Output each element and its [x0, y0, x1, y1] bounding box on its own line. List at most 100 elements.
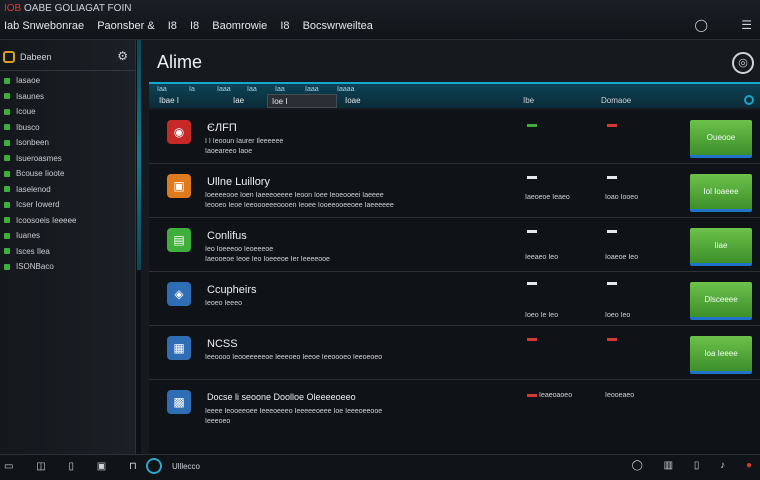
status-bar	[607, 124, 617, 127]
tool-icon[interactable]: ▯	[68, 461, 74, 472]
filter-label[interactable]: Ioae	[345, 96, 361, 105]
list-item[interactable]: ▩ Docse li seoone Doolloe Oleeeeoeeo Iee…	[149, 380, 760, 440]
sidebar-item[interactable]: ISONBaco	[4, 259, 77, 275]
refresh-icon[interactable]: ◎	[732, 52, 754, 74]
item-desc: Ieo Ioeeeoo Ieoeeeoe	[205, 246, 274, 253]
tab-item[interactable]: Ia	[189, 86, 195, 93]
tool-icon[interactable]: ▭	[4, 461, 13, 472]
item-name: Conlifus	[207, 230, 247, 242]
filter-field[interactable]: Ioe I	[267, 94, 337, 108]
tab-item[interactable]: Iaaa	[217, 86, 231, 93]
column-header[interactable]: Domaoe	[601, 96, 631, 105]
cell-value: Ieooeaeo	[605, 392, 635, 399]
list-item[interactable]: ◉ ЄЛFП I I Ieooun Iaurer Ileeeeee Iaoear…	[149, 110, 760, 164]
action-button[interactable]: Iol Ioaeee	[690, 174, 752, 212]
sidebar-item[interactable]: Iuanes	[4, 228, 77, 244]
item-desc: Iaeooeoe Ieoe Ieo Ioeeeoe Ier Ieeeeooe	[205, 256, 330, 263]
tool-icon[interactable]: ▣	[97, 461, 106, 472]
cell-value: Ioeo Ie Ieo	[525, 312, 559, 319]
sidebar: Dabeen ⚙ Iasaoe Isaunes Icoue Ibusco Iso…	[0, 40, 136, 454]
bullet-icon	[4, 93, 10, 100]
status-bar	[607, 338, 617, 341]
bullet-icon	[4, 170, 10, 177]
tab-item[interactable]: Iaa	[275, 86, 285, 93]
package-icon: ▩	[167, 390, 191, 414]
tool-icon[interactable]: ⊓	[129, 461, 137, 472]
status-orb-icon[interactable]	[146, 458, 162, 474]
record-icon[interactable]: ◯	[694, 18, 707, 32]
menu-icon[interactable]: ☰	[741, 18, 752, 32]
bullet-icon	[4, 263, 10, 270]
bullet-icon	[4, 124, 10, 131]
menu-bar: IOB OABE GOLIAGAT FOIN	[4, 3, 131, 14]
list-item[interactable]: ◈ Ccupheirs Ieoeo Ieeeo Ioeo Ie Ieo Ioeo…	[149, 272, 760, 326]
bullet-icon	[4, 139, 10, 146]
window-icon: ▦	[167, 336, 191, 360]
sidebar-item[interactable]: Isces Ilea	[4, 244, 77, 260]
action-button[interactable]: Dlsceeee	[690, 282, 752, 320]
action-button[interactable]: Ioa Ieeee	[690, 336, 752, 374]
sidebar-item-label: Isaunes	[16, 91, 45, 101]
list-item[interactable]: ▣ Ullne Luillory Ioeeeeooe Ioen Iaeeeoee…	[149, 164, 760, 218]
sidebar-item[interactable]: Isueroasmes	[4, 151, 77, 167]
main-panel: Alime ◎ Iaa Ia Iaaa Iaa Iaa Iaaa Iaaaa I…	[141, 40, 760, 454]
sidebar-item[interactable]: Isonbeen	[4, 135, 77, 151]
tab-6[interactable]: Bocswrweiltea	[303, 20, 373, 32]
item-desc: Ieoeo Ieeeo	[205, 300, 242, 307]
item-name: Ccupheirs	[207, 284, 257, 296]
music-icon[interactable]: ♪	[720, 460, 725, 471]
status-bar	[607, 176, 617, 179]
tab-item[interactable]: Iaaaa	[337, 86, 355, 93]
list-item[interactable]: ▤ Conlifus Ieo Ioeeeoo Ieoeeeoe Iaeooeoe…	[149, 218, 760, 272]
tab-4[interactable]: Baomrowie	[212, 20, 267, 32]
sidebar-item[interactable]: Icoosoeis Ieeeee	[4, 213, 77, 229]
filter-row: Ibae I Iae Ioe I Ioae Ibe Domaoe	[149, 94, 760, 110]
gear-icon[interactable]: ⚙	[117, 49, 128, 63]
bottom-right-tools: ◯ ▥ ▯ ♪ ●	[614, 460, 752, 471]
bullet-icon	[4, 232, 10, 239]
cell-value: Ioao Iooeo	[605, 194, 639, 201]
sidebar-item-label: ISONBaco	[16, 262, 54, 272]
bullet-icon	[4, 217, 10, 224]
action-button[interactable]: Oueooe	[690, 120, 752, 158]
action-button[interactable]: Iiae	[690, 228, 752, 266]
tab-item[interactable]: Iaa	[247, 86, 257, 93]
status-bar	[527, 338, 537, 341]
sidebar-item[interactable]: Iaselenod	[4, 182, 77, 198]
record-icon[interactable]: ●	[746, 460, 752, 471]
tab-2[interactable]: I8	[168, 20, 177, 32]
page-icon[interactable]: ▯	[694, 460, 700, 471]
column-header[interactable]: Ibe	[523, 96, 534, 105]
cell-value: Ioaeoe Ieo	[605, 254, 639, 261]
clock-icon[interactable]: ◯	[632, 460, 643, 471]
tab-item[interactable]: Iaa	[157, 86, 167, 93]
status-dot-icon[interactable]	[744, 95, 754, 105]
sidebar-item-label: Icoue	[16, 107, 36, 117]
tab-0[interactable]: Iab Snwebonrae	[4, 20, 84, 32]
document-icon: ▤	[167, 228, 191, 252]
tab-5[interactable]: I8	[280, 20, 289, 32]
sidebar-item[interactable]: Iasaoe	[4, 73, 77, 89]
item-name: NCSS	[207, 338, 238, 350]
sidebar-item[interactable]: Isaunes	[4, 89, 77, 105]
item-desc: Ieooeo Ieoe Ieeoooeeeoooen Ieoee Iooeeoo…	[205, 202, 394, 209]
list-item[interactable]: ▦ NCSS Ieeoooo Ieooeeeeeoe Ieeeoeo Ieeoe…	[149, 326, 760, 380]
filter-label[interactable]: Iae	[233, 96, 244, 105]
sidebar-item-label: Icser Iowerd	[16, 200, 60, 210]
sidebar-item[interactable]: Bcouse Iioote	[4, 166, 77, 182]
sidebar-item-label: Iaselenod	[16, 184, 51, 194]
tab-3[interactable]: I8	[190, 20, 199, 32]
sidebar-item-label: Iuanes	[16, 231, 41, 241]
grid-icon[interactable]: ▥	[664, 460, 673, 471]
sidebar-item[interactable]: Icoue	[4, 104, 77, 120]
status-bar	[607, 230, 617, 233]
tool-icon[interactable]: ◫	[36, 461, 45, 472]
sidebar-item[interactable]: Ibusco	[4, 120, 77, 136]
sidebar-item[interactable]: Icser Iowerd	[4, 197, 77, 213]
tab-item[interactable]: Iaaa	[305, 86, 319, 93]
status-bar	[527, 176, 537, 179]
tab-1[interactable]: Paonsber &	[97, 20, 154, 32]
item-desc: Iaoeareeo Iaoe	[205, 148, 253, 155]
sidebar-item-label: Isces Ilea	[16, 246, 50, 256]
filter-label[interactable]: Ibae I	[159, 96, 179, 105]
